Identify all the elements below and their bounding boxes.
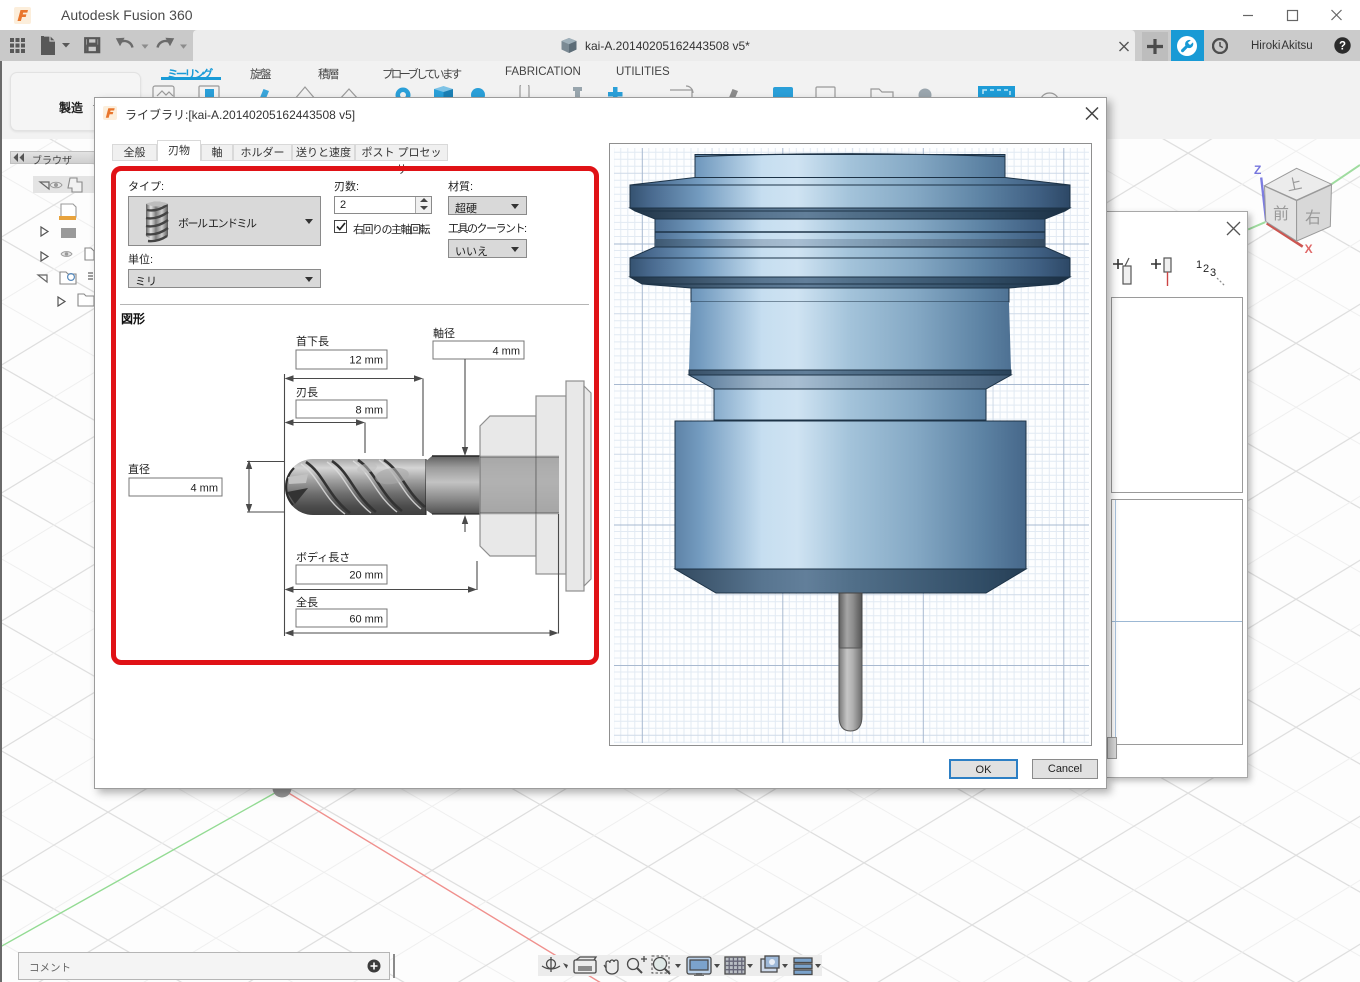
svg-text:2: 2: [1203, 263, 1209, 275]
svg-text:X: X: [1305, 242, 1313, 256]
svg-text:20 mm: 20 mm: [349, 570, 383, 582]
svg-text:前: 前: [1273, 205, 1289, 223]
svg-text:3: 3: [1210, 267, 1216, 279]
svg-text:首下長: 首下長: [296, 334, 329, 348]
svg-text:軸径: 軸径: [433, 326, 455, 340]
svg-text:4 mm: 4 mm: [493, 346, 521, 358]
svg-text:全長: 全長: [296, 595, 318, 609]
svg-text:60 mm: 60 mm: [349, 614, 383, 626]
svg-text:直径: 直径: [128, 462, 150, 476]
svg-text:4 mm: 4 mm: [191, 483, 219, 495]
svg-text:刃長: 刃長: [296, 386, 318, 399]
svg-text:1: 1: [1196, 259, 1202, 271]
svg-text:ボディ長さ: ボディ長さ: [296, 550, 350, 564]
svg-text:8 mm: 8 mm: [356, 405, 384, 417]
svg-text:右: 右: [1305, 209, 1321, 227]
svg-text:12 mm: 12 mm: [349, 355, 383, 367]
svg-text:Z: Z: [1254, 163, 1261, 177]
